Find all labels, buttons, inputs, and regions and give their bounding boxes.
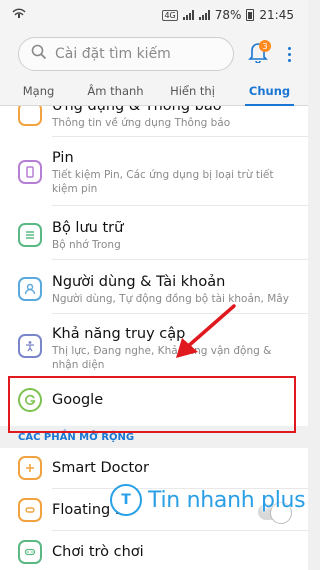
signal-wifi-icon (12, 8, 26, 23)
search-icon (31, 44, 47, 64)
cell-signal-2-icon (198, 10, 210, 20)
list-item-accessibility[interactable]: Khả năng truy cập Thị lực, Đang nghe, Kh… (0, 320, 308, 376)
list-item-smart-doctor[interactable]: Smart Doctor (0, 450, 308, 486)
watermark-text: Tin nhanh plus (148, 487, 306, 513)
battery-percent: 78% (214, 8, 242, 22)
smart-doctor-icon (18, 456, 42, 480)
watermark-logo-icon: T (110, 484, 142, 516)
floating-bar-icon (18, 498, 42, 522)
tab-mang[interactable]: Mạng (0, 76, 77, 105)
item-title: Ứng dụng & Thông báo (52, 106, 222, 114)
storage-icon (18, 223, 42, 247)
item-title: Chơi trò chơi (52, 544, 144, 560)
network-type: 4G (162, 9, 178, 21)
divider (52, 530, 308, 531)
user-icon (18, 277, 42, 301)
list-item-users[interactable]: Người dùng & Tài khoản Người dùng, Tự độ… (0, 266, 308, 316)
settings-list: Ứng dụng & Thông báo Thông tin về ứng dụ… (0, 106, 308, 570)
clock: 21:45 (259, 8, 294, 22)
list-item-storage[interactable]: Bộ lưu trữ Bộ nhớ Trong (0, 212, 308, 262)
search-placeholder: Cài đặt tìm kiếm (55, 46, 171, 62)
list-item-apps[interactable]: Ứng dụng & Thông báo Thông tin về ứng dụ… (0, 106, 308, 138)
tab-hien-thi[interactable]: Hiển thị (154, 76, 231, 105)
search-input[interactable]: Cài đặt tìm kiếm (18, 37, 234, 71)
list-item-game[interactable]: Chơi trò chơi (0, 534, 308, 570)
settings-header: Cài đặt tìm kiếm 3 (0, 30, 308, 76)
divider (52, 259, 308, 260)
battery-icon (18, 160, 42, 184)
status-bar: 4G 78% 21:45 (0, 0, 308, 30)
item-title: Bộ lưu trữ (52, 220, 124, 236)
tab-bar: Mạng Âm thanh Hiển thị Chung (0, 76, 308, 106)
notification-badge: 3 (259, 40, 271, 52)
accessibility-icon (18, 334, 42, 358)
divider (52, 136, 308, 137)
tab-am-thanh[interactable]: Âm thanh (77, 76, 154, 105)
section-header: CÁC PHẦN MỞ RỘNG (18, 432, 135, 443)
tab-chung[interactable]: Chung (231, 76, 308, 106)
highlight-box (8, 376, 296, 433)
watermark: T Tin nhanh plus (110, 484, 306, 516)
divider (52, 205, 308, 206)
pointer-arrow-icon (176, 304, 236, 358)
notifications-button[interactable]: 3 (244, 39, 272, 69)
cell-signal-icon (182, 10, 194, 20)
battery-icon (246, 9, 255, 21)
item-title: Pin (52, 150, 74, 166)
item-title: Smart Doctor (52, 460, 149, 476)
item-desc: Tiết kiệm Pin, Các ứng dụng bị loại trừ … (52, 169, 274, 195)
item-desc: Thông tin về ứng dụng Thông báo (52, 117, 231, 129)
item-title: Người dùng & Tài khoản (52, 274, 226, 290)
game-icon (18, 540, 42, 564)
list-item-pin[interactable]: Pin Tiết kiệm Pin, Các ứng dụng bị loại … (0, 142, 308, 198)
item-desc: Bộ nhớ Trong (52, 239, 121, 251)
apps-icon (18, 106, 42, 126)
more-options-icon[interactable] (282, 46, 296, 62)
